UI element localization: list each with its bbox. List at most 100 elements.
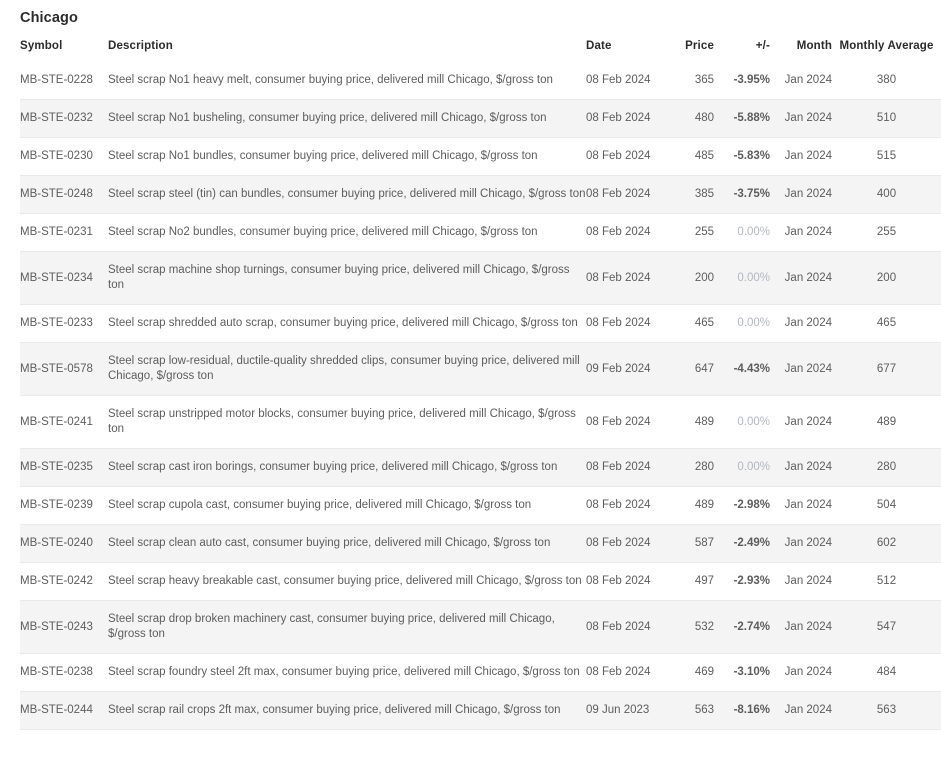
- cell-price: 532: [670, 601, 714, 654]
- cell-monthly-average: 515: [832, 138, 941, 176]
- cell-month: Jan 2024: [770, 252, 832, 305]
- cell-monthly-average: 677: [832, 343, 941, 396]
- cell-price: 365: [670, 62, 714, 100]
- cell-change: -2.98%: [714, 487, 770, 525]
- table-body: MB-STE-0228Steel scrap No1 heavy melt, c…: [20, 62, 941, 730]
- cell-symbol: MB-STE-0228: [20, 62, 108, 100]
- column-header-price[interactable]: Price: [670, 28, 714, 62]
- cell-change: 0.00%: [714, 252, 770, 305]
- cell-description: Steel scrap steel (tin) can bundles, con…: [108, 176, 586, 214]
- table-row[interactable]: MB-STE-0238Steel scrap foundry steel 2ft…: [20, 654, 941, 692]
- table-row[interactable]: MB-STE-0240Steel scrap clean auto cast, …: [20, 525, 941, 563]
- cell-symbol: MB-STE-0578: [20, 343, 108, 396]
- page-title: Chicago: [0, 0, 941, 28]
- cell-change: -3.75%: [714, 176, 770, 214]
- table-row[interactable]: MB-STE-0228Steel scrap No1 heavy melt, c…: [20, 62, 941, 100]
- cell-price: 465: [670, 305, 714, 343]
- table-row[interactable]: MB-STE-0239Steel scrap cupola cast, cons…: [20, 487, 941, 525]
- table-row[interactable]: MB-STE-0233Steel scrap shredded auto scr…: [20, 305, 941, 343]
- cell-change: -8.16%: [714, 692, 770, 730]
- cell-description: Steel scrap clean auto cast, consumer bu…: [108, 525, 586, 563]
- table-row[interactable]: MB-STE-0231Steel scrap No2 bundles, cons…: [20, 214, 941, 252]
- cell-monthly-average: 489: [832, 396, 941, 449]
- cell-description: Steel scrap machine shop turnings, consu…: [108, 252, 586, 305]
- table-row[interactable]: MB-STE-0234Steel scrap machine shop turn…: [20, 252, 941, 305]
- cell-description: Steel scrap No1 bundles, consumer buying…: [108, 138, 586, 176]
- table-row[interactable]: MB-STE-0243Steel scrap drop broken machi…: [20, 601, 941, 654]
- cell-date: 09 Feb 2024: [586, 343, 670, 396]
- cell-symbol: MB-STE-0238: [20, 654, 108, 692]
- cell-monthly-average: 400: [832, 176, 941, 214]
- cell-change: -4.43%: [714, 343, 770, 396]
- prices-table: Symbol Description Date Price +/- Month …: [20, 28, 941, 730]
- cell-date: 08 Feb 2024: [586, 252, 670, 305]
- cell-description: Steel scrap unstripped motor blocks, con…: [108, 396, 586, 449]
- cell-monthly-average: 255: [832, 214, 941, 252]
- column-header-change[interactable]: +/-: [714, 28, 770, 62]
- column-header-month[interactable]: Month: [770, 28, 832, 62]
- cell-date: 08 Feb 2024: [586, 305, 670, 343]
- cell-date: 08 Feb 2024: [586, 563, 670, 601]
- cell-date: 08 Feb 2024: [586, 449, 670, 487]
- table-row[interactable]: MB-STE-0578Steel scrap low-residual, duc…: [20, 343, 941, 396]
- cell-change: -5.88%: [714, 100, 770, 138]
- cell-symbol: MB-STE-0233: [20, 305, 108, 343]
- cell-date: 08 Feb 2024: [586, 138, 670, 176]
- table-row[interactable]: MB-STE-0241Steel scrap unstripped motor …: [20, 396, 941, 449]
- cell-description: Steel scrap No2 bundles, consumer buying…: [108, 214, 586, 252]
- cell-price: 489: [670, 396, 714, 449]
- cell-date: 08 Feb 2024: [586, 601, 670, 654]
- cell-monthly-average: 563: [832, 692, 941, 730]
- cell-symbol: MB-STE-0231: [20, 214, 108, 252]
- cell-price: 497: [670, 563, 714, 601]
- cell-change: 0.00%: [714, 449, 770, 487]
- cell-month: Jan 2024: [770, 692, 832, 730]
- cell-month: Jan 2024: [770, 396, 832, 449]
- table-header-row: Symbol Description Date Price +/- Month …: [20, 28, 941, 62]
- cell-symbol: MB-STE-0239: [20, 487, 108, 525]
- table-row[interactable]: MB-STE-0242Steel scrap heavy breakable c…: [20, 563, 941, 601]
- cell-symbol: MB-STE-0230: [20, 138, 108, 176]
- table-row[interactable]: MB-STE-0235Steel scrap cast iron borings…: [20, 449, 941, 487]
- column-header-monthly-average[interactable]: Monthly Average: [832, 28, 941, 62]
- cell-change: -3.95%: [714, 62, 770, 100]
- cell-monthly-average: 484: [832, 654, 941, 692]
- cell-description: Steel scrap shredded auto scrap, consume…: [108, 305, 586, 343]
- cell-date: 08 Feb 2024: [586, 214, 670, 252]
- cell-date: 08 Feb 2024: [586, 487, 670, 525]
- cell-change: -2.93%: [714, 563, 770, 601]
- cell-month: Jan 2024: [770, 525, 832, 563]
- cell-change: -3.10%: [714, 654, 770, 692]
- cell-month: Jan 2024: [770, 449, 832, 487]
- column-header-date[interactable]: Date: [586, 28, 670, 62]
- cell-symbol: MB-STE-0232: [20, 100, 108, 138]
- cell-price: 200: [670, 252, 714, 305]
- cell-change: 0.00%: [714, 305, 770, 343]
- cell-description: Steel scrap cast iron borings, consumer …: [108, 449, 586, 487]
- cell-month: Jan 2024: [770, 214, 832, 252]
- cell-description: Steel scrap rail crops 2ft max, consumer…: [108, 692, 586, 730]
- table-header: Symbol Description Date Price +/- Month …: [20, 28, 941, 62]
- cell-symbol: MB-STE-0248: [20, 176, 108, 214]
- table-row[interactable]: MB-STE-0230Steel scrap No1 bundles, cons…: [20, 138, 941, 176]
- cell-symbol: MB-STE-0235: [20, 449, 108, 487]
- cell-description: Steel scrap No1 heavy melt, consumer buy…: [108, 62, 586, 100]
- cell-price: 469: [670, 654, 714, 692]
- table-row[interactable]: MB-STE-0248Steel scrap steel (tin) can b…: [20, 176, 941, 214]
- cell-price: 485: [670, 138, 714, 176]
- cell-monthly-average: 280: [832, 449, 941, 487]
- column-header-symbol[interactable]: Symbol: [20, 28, 108, 62]
- cell-price: 587: [670, 525, 714, 563]
- cell-month: Jan 2024: [770, 343, 832, 396]
- cell-description: Steel scrap low-residual, ductile-qualit…: [108, 343, 586, 396]
- cell-month: Jan 2024: [770, 176, 832, 214]
- column-header-description[interactable]: Description: [108, 28, 586, 62]
- cell-month: Jan 2024: [770, 601, 832, 654]
- table-row[interactable]: MB-STE-0232Steel scrap No1 busheling, co…: [20, 100, 941, 138]
- cell-description: Steel scrap cupola cast, consumer buying…: [108, 487, 586, 525]
- cell-date: 08 Feb 2024: [586, 396, 670, 449]
- cell-change: -5.83%: [714, 138, 770, 176]
- table-row[interactable]: MB-STE-0244Steel scrap rail crops 2ft ma…: [20, 692, 941, 730]
- cell-price: 489: [670, 487, 714, 525]
- cell-price: 255: [670, 214, 714, 252]
